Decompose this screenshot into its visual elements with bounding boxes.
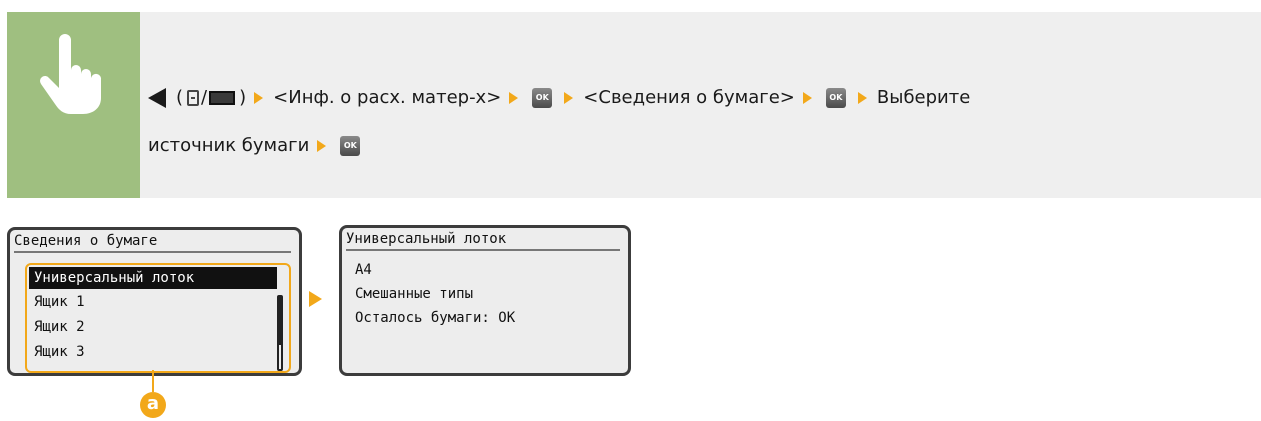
step-select-source: Выберите bbox=[876, 87, 971, 108]
slash: / bbox=[201, 87, 208, 108]
step-arrow-icon bbox=[857, 92, 867, 104]
list-item[interactable]: Ящик 1 bbox=[27, 290, 289, 314]
step-arrow-icon bbox=[509, 92, 519, 104]
tray-details: A4 Смешанные типы Осталось бумаги: OK bbox=[355, 258, 515, 330]
step-arrow-icon bbox=[802, 92, 812, 104]
screen-title: Сведения о бумаге bbox=[14, 233, 291, 253]
list-item[interactable]: Ящик 3 bbox=[27, 340, 289, 364]
list-item[interactable]: Универсальный лоток bbox=[29, 267, 277, 289]
paper-source-list: Универсальный лоток Ящик 1 Ящик 2 Ящик 3 bbox=[25, 263, 291, 373]
step-arrow-icon bbox=[254, 92, 264, 104]
lcd-screen-tray-details: Универсальный лоток A4 Смешанные типы Ос… bbox=[339, 225, 631, 376]
list-item[interactable]: Ящик 2 bbox=[27, 315, 289, 339]
next-screen-arrow-icon bbox=[309, 291, 322, 307]
menu-key-icon bbox=[187, 90, 200, 106]
step-arrow-icon bbox=[564, 92, 574, 104]
instruction-banner: ( / ) <Инф. о расх. матер-х> OK <Сведени… bbox=[7, 12, 1261, 198]
numeric-key-icon bbox=[209, 91, 236, 105]
hand-pointer-icon bbox=[40, 34, 102, 114]
callout-line bbox=[152, 370, 154, 392]
step-info-consumables: <Инф. о расх. матер-х> bbox=[273, 87, 502, 108]
open-paren: ( bbox=[176, 87, 184, 108]
ok-key-icon: OK bbox=[340, 136, 361, 156]
scrollbar[interactable] bbox=[277, 295, 283, 371]
ok-key-icon: OK bbox=[825, 88, 846, 108]
back-triangle-icon bbox=[148, 88, 166, 108]
instruction-text: ( / ) <Инф. о расх. матер-х> OK <Сведени… bbox=[148, 74, 1208, 170]
step-arrow-icon bbox=[317, 140, 327, 152]
callout-badge: a bbox=[140, 392, 166, 418]
paper-size: A4 bbox=[355, 262, 372, 278]
paper-type: Смешанные типы bbox=[355, 286, 474, 302]
step-paper-info: <Сведения о бумаге> bbox=[583, 87, 795, 108]
screen-title: Универсальный лоток bbox=[346, 231, 620, 251]
ok-key-icon: OK bbox=[532, 88, 553, 108]
step-select-source-cont: источник бумаги bbox=[148, 135, 310, 156]
key-icons: / bbox=[187, 74, 236, 122]
close-paren: ) bbox=[239, 87, 247, 108]
paper-remaining: Осталось бумаги: OK bbox=[355, 310, 516, 326]
lcd-screen-paper-info: Сведения о бумаге Универсальный лоток Ящ… bbox=[7, 227, 302, 376]
scroll-thumb[interactable] bbox=[279, 297, 281, 345]
hand-panel bbox=[7, 12, 140, 198]
